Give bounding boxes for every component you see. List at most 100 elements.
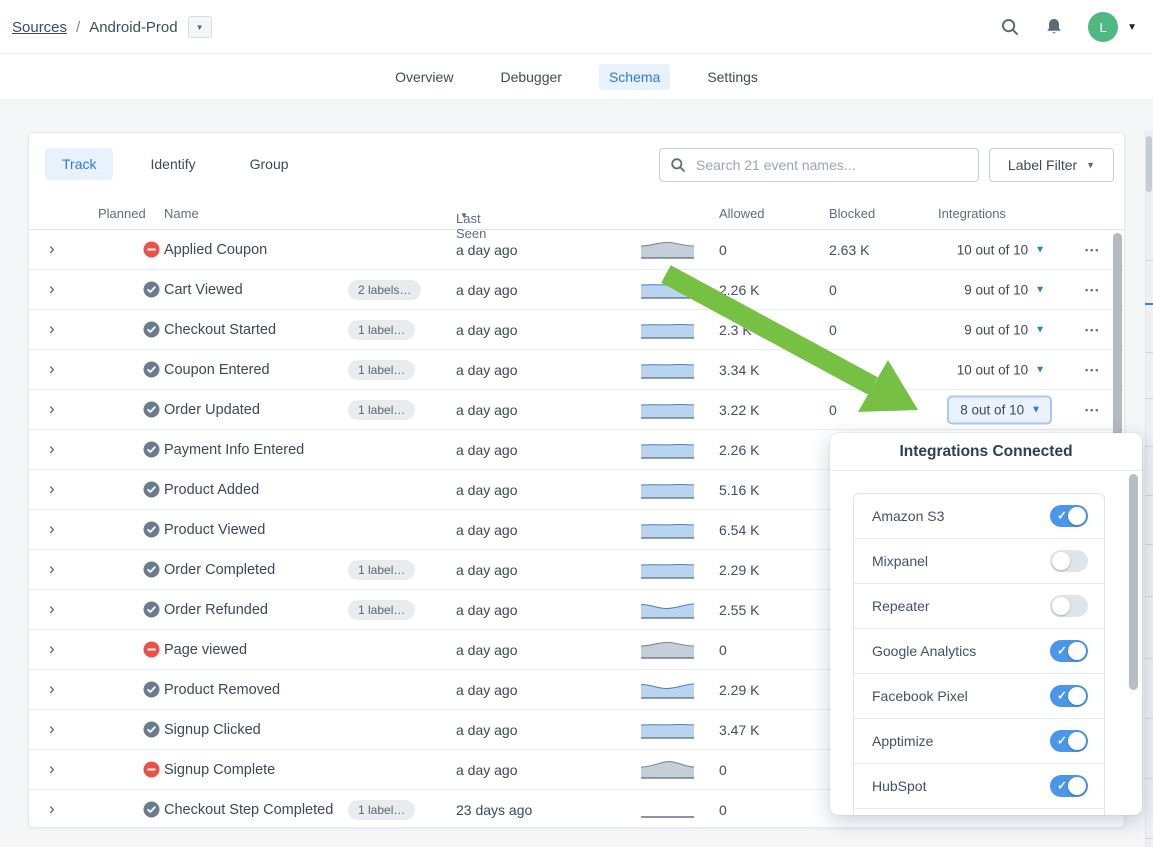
event-name[interactable]: Product Added bbox=[164, 482, 259, 498]
integrations-dropdown[interactable]: 8 out of 10 ▼ bbox=[947, 395, 1052, 424]
allowed-count: 0 bbox=[719, 802, 727, 818]
event-name[interactable]: Checkout Started bbox=[164, 322, 276, 338]
toggle-knob bbox=[1068, 687, 1086, 705]
integrations-dropdown[interactable]: 10 out of 10 ▼ bbox=[957, 362, 1045, 377]
expand-chevron-icon[interactable]: › bbox=[49, 519, 55, 539]
volume-sparkline bbox=[641, 719, 698, 741]
event-name[interactable]: Coupon Entered bbox=[164, 362, 270, 378]
integration-toggle-on[interactable]: ✓ bbox=[1050, 640, 1088, 662]
check-icon: ✓ bbox=[1057, 509, 1067, 523]
tab-settings[interactable]: Settings bbox=[697, 64, 768, 90]
integration-name: Apptimize bbox=[872, 733, 933, 749]
expand-chevron-icon[interactable]: › bbox=[49, 799, 55, 819]
allowed-count: 0 bbox=[719, 242, 727, 258]
blocked-count: 0 bbox=[829, 282, 837, 298]
volume-sparkline bbox=[641, 679, 698, 701]
tab-overview[interactable]: Overview bbox=[385, 64, 463, 90]
expand-chevron-icon[interactable]: › bbox=[49, 239, 55, 259]
toggle-knob bbox=[1068, 732, 1086, 750]
event-name[interactable]: Signup Clicked bbox=[164, 722, 261, 738]
integrations-dropdown[interactable]: 9 out of 10 ▼ bbox=[964, 322, 1045, 337]
type-tab-track[interactable]: Track bbox=[45, 148, 113, 180]
event-name[interactable]: Product Viewed bbox=[164, 522, 265, 538]
source-switcher-button[interactable]: ▼ bbox=[188, 16, 212, 38]
event-name[interactable]: Page viewed bbox=[164, 642, 247, 658]
volume-sparkline bbox=[641, 759, 698, 781]
event-name[interactable]: Signup Complete bbox=[164, 762, 275, 778]
check-icon: ✓ bbox=[1057, 779, 1067, 793]
expand-chevron-icon[interactable]: › bbox=[49, 759, 55, 779]
label-filter-button[interactable]: Label Filter ▼ bbox=[989, 148, 1114, 182]
user-menu[interactable]: L ▼ bbox=[1088, 12, 1137, 42]
top-bar: Sources / Android-Prod ▼ L ▼ bbox=[0, 0, 1153, 54]
breadcrumb-sources-link[interactable]: Sources bbox=[12, 19, 67, 36]
integration-toggle-on[interactable]: ✓ bbox=[1050, 685, 1088, 707]
labels-badge[interactable]: 1 label… bbox=[348, 400, 415, 420]
last-seen-value: a day ago bbox=[456, 682, 518, 698]
event-name[interactable]: Payment Info Entered bbox=[164, 442, 304, 458]
table-header: Planned Name Last Seen▼ Allowed Blocked … bbox=[29, 201, 1124, 230]
integrations-dropdown[interactable]: 10 out of 10 ▼ bbox=[957, 242, 1045, 257]
row-menu-button[interactable]: ••• bbox=[1085, 245, 1100, 255]
integrations-dropdown[interactable]: 9 out of 10 ▼ bbox=[964, 282, 1045, 297]
tab-schema[interactable]: Schema bbox=[599, 64, 670, 90]
last-seen-value: a day ago bbox=[456, 482, 518, 498]
expand-chevron-icon[interactable]: › bbox=[49, 399, 55, 419]
expand-chevron-icon[interactable]: › bbox=[49, 319, 55, 339]
integration-toggle-on[interactable]: ✓ bbox=[1050, 505, 1088, 527]
expand-chevron-icon[interactable]: › bbox=[49, 439, 55, 459]
labels-badge[interactable]: 1 label… bbox=[348, 560, 415, 580]
event-search bbox=[659, 148, 979, 182]
window-edge-artifact bbox=[1145, 130, 1153, 847]
search-input[interactable] bbox=[694, 156, 978, 174]
allowed-count: 5.16 K bbox=[719, 482, 759, 498]
event-name[interactable]: Product Removed bbox=[164, 682, 280, 698]
row-menu-button[interactable]: ••• bbox=[1085, 365, 1100, 375]
expand-chevron-icon[interactable]: › bbox=[49, 719, 55, 739]
sort-caret-icon: ▼ bbox=[460, 211, 468, 220]
event-name[interactable]: Order Completed bbox=[164, 562, 275, 578]
integration-list-item: HubSpot ✓ bbox=[854, 764, 1104, 809]
volume-sparkline bbox=[641, 359, 698, 381]
row-menu-button[interactable]: ••• bbox=[1085, 285, 1100, 295]
type-tab-group[interactable]: Group bbox=[233, 148, 306, 180]
notifications-bell-icon[interactable] bbox=[1044, 17, 1064, 37]
expand-chevron-icon[interactable]: › bbox=[49, 679, 55, 699]
planned-icon bbox=[143, 561, 160, 583]
event-name[interactable]: Checkout Step Completed bbox=[164, 802, 333, 818]
planned-icon bbox=[143, 361, 160, 383]
popup-scrollbar[interactable] bbox=[1129, 474, 1138, 690]
integration-toggle-off[interactable]: ✓ bbox=[1050, 595, 1088, 617]
volume-sparkline bbox=[641, 599, 698, 621]
integration-toggle-on[interactable]: ✓ bbox=[1050, 730, 1088, 752]
labels-badge[interactable]: 2 labels… bbox=[348, 280, 421, 300]
integration-list-item: Amazon S3 ✓ bbox=[854, 494, 1104, 539]
row-menu-button[interactable]: ••• bbox=[1085, 325, 1100, 335]
expand-chevron-icon[interactable]: › bbox=[49, 359, 55, 379]
avatar[interactable]: L bbox=[1088, 12, 1118, 42]
row-menu-button[interactable]: ••• bbox=[1085, 405, 1100, 415]
type-tab-identify[interactable]: Identify bbox=[133, 148, 212, 180]
expand-chevron-icon[interactable]: › bbox=[49, 639, 55, 659]
event-name[interactable]: Cart Viewed bbox=[164, 282, 243, 298]
event-name[interactable]: Applied Coupon bbox=[164, 242, 267, 258]
blocked-count: 2.63 K bbox=[829, 242, 869, 258]
expand-chevron-icon[interactable]: › bbox=[49, 599, 55, 619]
event-name[interactable]: Order Refunded bbox=[164, 602, 268, 618]
event-name[interactable]: Order Updated bbox=[164, 402, 260, 418]
labels-badge[interactable]: 1 label… bbox=[348, 600, 415, 620]
allowed-count: 0 bbox=[719, 642, 727, 658]
expand-chevron-icon[interactable]: › bbox=[49, 279, 55, 299]
search-icon[interactable] bbox=[1000, 17, 1020, 37]
last-seen-value: a day ago bbox=[456, 402, 518, 418]
expand-chevron-icon[interactable]: › bbox=[49, 559, 55, 579]
labels-badge[interactable]: 1 label… bbox=[348, 800, 415, 820]
expand-chevron-icon[interactable]: › bbox=[49, 479, 55, 499]
labels-badge[interactable]: 1 label… bbox=[348, 320, 415, 340]
edge-tick bbox=[1145, 778, 1153, 779]
labels-badge[interactable]: 1 label… bbox=[348, 360, 415, 380]
volume-sparkline bbox=[641, 319, 698, 341]
integration-toggle-on[interactable]: ✓ bbox=[1050, 775, 1088, 797]
integration-toggle-off[interactable]: ✓ bbox=[1050, 550, 1088, 572]
tab-debugger[interactable]: Debugger bbox=[490, 64, 572, 90]
